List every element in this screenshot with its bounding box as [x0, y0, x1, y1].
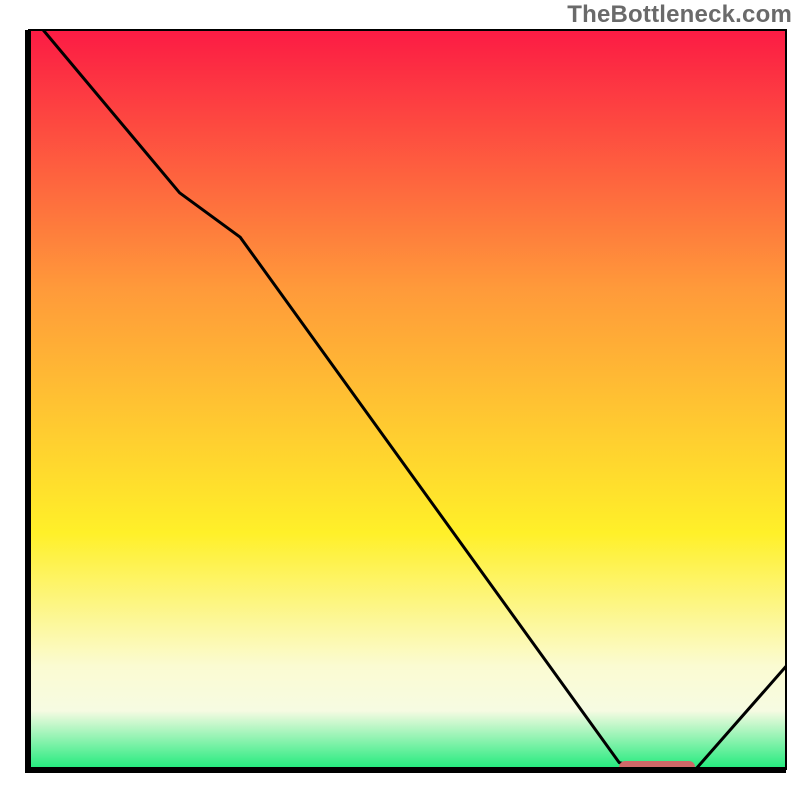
plot-background — [28, 30, 786, 770]
watermark-text: TheBottleneck.com — [567, 1, 792, 29]
chart-container: { "watermark": "TheBottleneck.com", "col… — [0, 0, 800, 800]
bottleneck-chart — [0, 0, 800, 800]
